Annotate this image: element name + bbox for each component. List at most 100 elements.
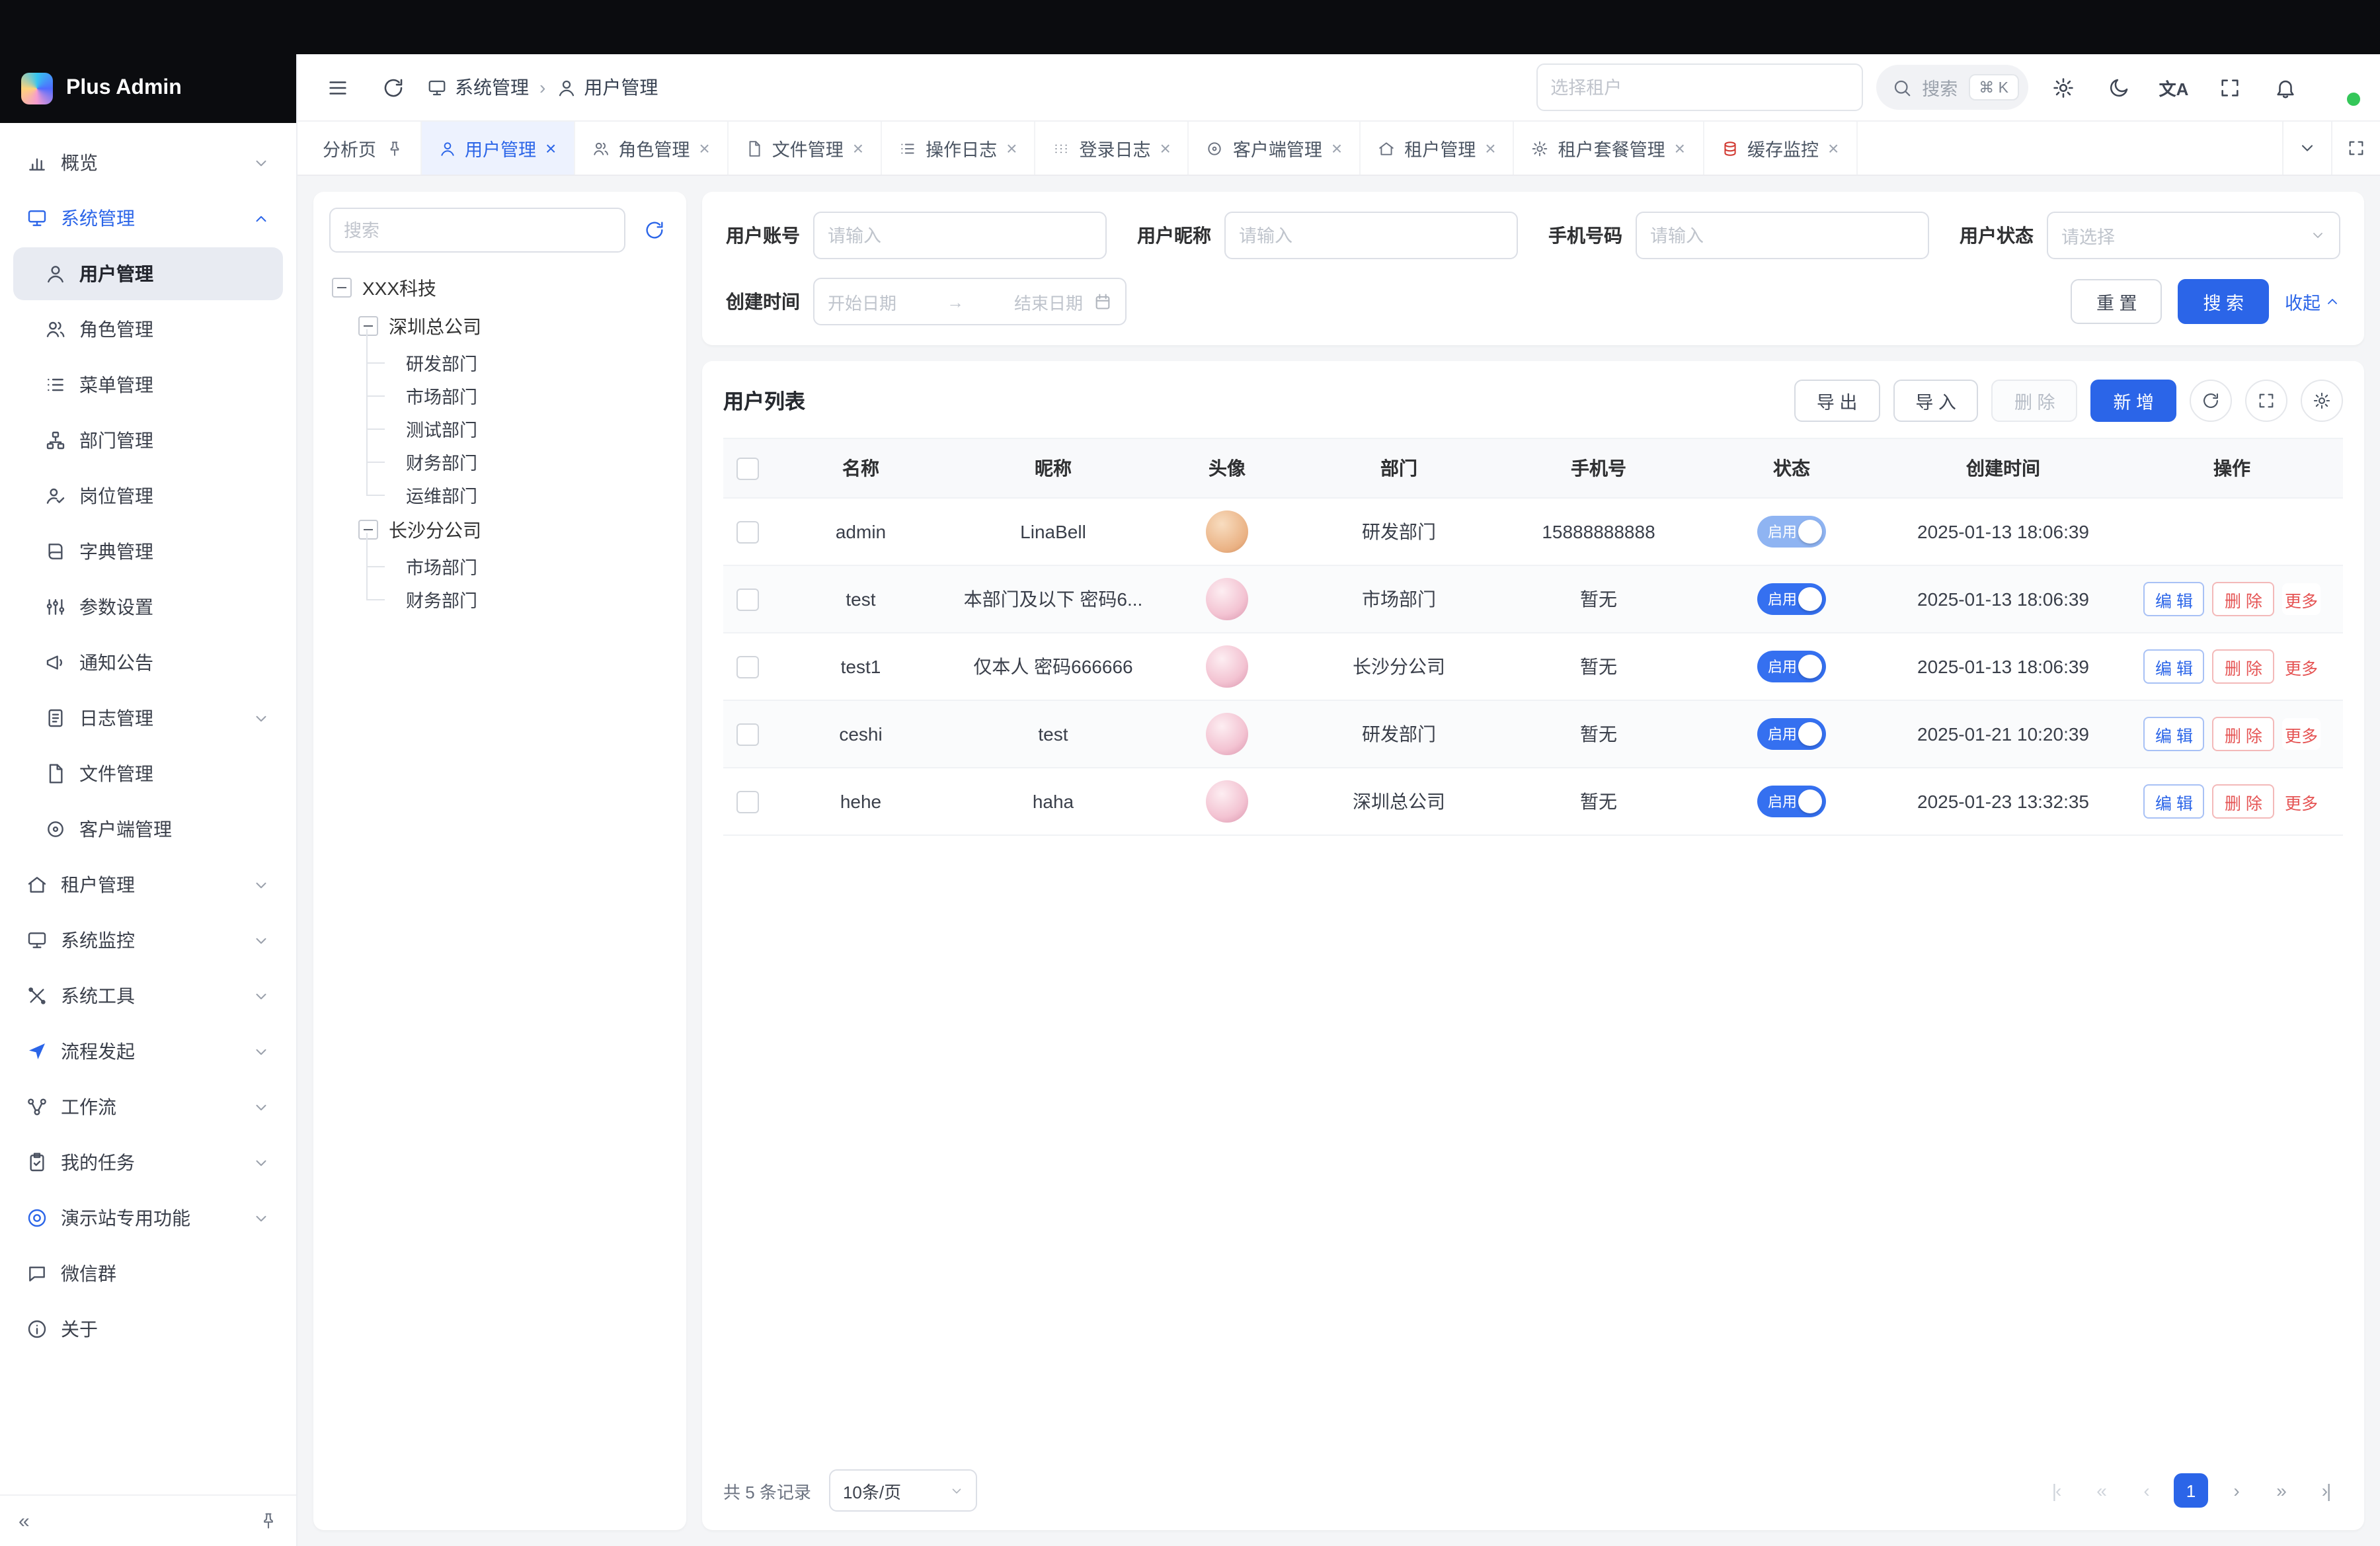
sidebar-item-process-start[interactable]: 流程发起	[13, 1025, 283, 1078]
import-button[interactable]: 导 入	[1893, 380, 1979, 422]
delete-row-button[interactable]: 删 除	[2213, 582, 2274, 616]
status-toggle[interactable]: 启用	[1757, 786, 1826, 817]
close-tab-icon[interactable]: ×	[1485, 139, 1495, 157]
sidebar-item-demo-features[interactable]: 演示站专用功能	[13, 1192, 283, 1244]
tab-login-log[interactable]: 登录日志 ×	[1036, 122, 1189, 175]
phone-input[interactable]	[1636, 212, 1929, 259]
select-all-checkbox[interactable]	[736, 458, 758, 480]
next-page-icon[interactable]: ›	[2219, 1473, 2253, 1508]
collapse-filters-link[interactable]: 收起	[2285, 288, 2340, 315]
nickname-input[interactable]	[1224, 212, 1518, 259]
edit-button[interactable]: 编 辑	[2143, 717, 2205, 751]
collapse-node-icon[interactable]	[358, 520, 378, 540]
sidebar-item-overview[interactable]: 概览	[13, 136, 283, 189]
sidebar-item-post-management[interactable]: 岗位管理	[13, 469, 283, 522]
sidebar-item-my-tasks[interactable]: 我的任务	[13, 1136, 283, 1189]
table-fullscreen-icon[interactable]	[2245, 380, 2287, 422]
sidebar-item-menu-management[interactable]: 菜单管理	[13, 358, 283, 411]
settings-gear-icon[interactable]	[2042, 66, 2084, 108]
sidebar-item-dict-management[interactable]: 字典管理	[13, 525, 283, 578]
more-button[interactable]: 更多	[2282, 786, 2320, 817]
sidebar-item-param-settings[interactable]: 参数设置	[13, 581, 283, 633]
tab-user-management[interactable]: 用户管理 ×	[421, 122, 575, 175]
row-checkbox[interactable]	[736, 723, 758, 746]
content-fullscreen-icon[interactable]	[2331, 122, 2380, 175]
delete-button[interactable]: 删 除	[1992, 380, 2078, 422]
sidebar-item-system-management[interactable]: 系统管理	[13, 192, 283, 245]
export-button[interactable]: 导 出	[1794, 380, 1880, 422]
user-avatar[interactable]	[2322, 67, 2361, 107]
reset-button[interactable]: 重 置	[2071, 279, 2162, 324]
pin-icon[interactable]	[385, 140, 403, 157]
close-tab-icon[interactable]: ×	[699, 139, 709, 157]
more-button[interactable]: 更多	[2282, 651, 2320, 682]
breadcrumb-user[interactable]: 用户管理	[556, 74, 658, 101]
more-button[interactable]: 更多	[2282, 583, 2320, 615]
tab-operation-log[interactable]: 操作日志 ×	[882, 122, 1035, 175]
first-page-icon[interactable]: |‹	[2039, 1473, 2073, 1508]
refresh-page-icon[interactable]	[372, 66, 414, 108]
table-refresh-icon[interactable]	[2190, 380, 2232, 422]
pin-icon[interactable]	[259, 1512, 278, 1530]
delete-row-button[interactable]: 删 除	[2213, 784, 2274, 819]
sidebar-item-wechat-group[interactable]: 微信群	[13, 1247, 283, 1300]
edit-button[interactable]: 编 辑	[2143, 784, 2205, 819]
delete-row-button[interactable]: 删 除	[2213, 649, 2274, 684]
sidebar-item-file-management[interactable]: 文件管理	[13, 747, 283, 800]
close-tab-icon[interactable]: ×	[1160, 139, 1171, 157]
sidebar-item-tenant-management[interactable]: 租户管理	[13, 858, 283, 911]
account-input[interactable]	[813, 212, 1107, 259]
search-button[interactable]: 搜 索	[2178, 279, 2269, 324]
row-checkbox[interactable]	[736, 589, 758, 611]
sidebar-item-workflow[interactable]: 工作流	[13, 1080, 283, 1133]
last-page-icon[interactable]: ›|	[2309, 1473, 2343, 1508]
status-toggle[interactable]: 启用	[1757, 718, 1826, 750]
tab-client-management[interactable]: 客户端管理 ×	[1189, 122, 1361, 175]
page-size-select[interactable]: 10条/页	[830, 1469, 978, 1512]
language-icon[interactable]: 文A	[2153, 66, 2195, 108]
sidebar-item-log-management[interactable]: 日志管理	[13, 692, 283, 745]
delete-row-button[interactable]: 删 除	[2213, 717, 2274, 751]
tab-role-management[interactable]: 角色管理 ×	[575, 122, 728, 175]
collapse-node-icon[interactable]	[332, 278, 352, 298]
dark-mode-moon-icon[interactable]	[2097, 66, 2139, 108]
forward-pages-icon[interactable]: »	[2264, 1473, 2298, 1508]
sidebar-item-dept-management[interactable]: 部门管理	[13, 414, 283, 467]
close-tab-icon[interactable]: ×	[1331, 139, 1342, 157]
add-button[interactable]: 新 增	[2090, 380, 2176, 422]
sidebar-item-system-tools[interactable]: 系统工具	[13, 969, 283, 1022]
tree-node-leaf[interactable]: 市场部门	[329, 549, 670, 582]
tree-node-leaf[interactable]: 运维部门	[329, 477, 670, 510]
status-toggle[interactable]: 启用	[1757, 583, 1826, 615]
back-pages-icon[interactable]: «	[2084, 1473, 2118, 1508]
page-number[interactable]: 1	[2174, 1473, 2208, 1508]
tab-analysis[interactable]: 分析页	[305, 122, 421, 175]
sidebar-item-client-management[interactable]: 客户端管理	[13, 803, 283, 856]
breadcrumb-system[interactable]: 系统管理	[427, 74, 529, 101]
close-tab-icon[interactable]: ×	[1675, 139, 1685, 157]
prev-page-icon[interactable]: ‹	[2129, 1473, 2163, 1508]
tree-search-input[interactable]	[329, 208, 625, 253]
tree-node-leaf[interactable]: 测试部门	[329, 411, 670, 444]
status-select[interactable]: 请选择	[2047, 212, 2340, 259]
row-checkbox[interactable]	[736, 791, 758, 813]
tree-node-branch[interactable]: 长沙分公司	[329, 510, 670, 549]
edit-button[interactable]: 编 辑	[2143, 582, 2205, 616]
tree-node-leaf[interactable]: 研发部门	[329, 345, 670, 378]
date-range-picker[interactable]: 开始日期 → 结束日期	[813, 278, 1127, 325]
sidebar-item-role-management[interactable]: 角色管理	[13, 303, 283, 356]
tab-tenant-package[interactable]: 租户套餐管理 ×	[1515, 122, 1704, 175]
tree-node-branch[interactable]: 深圳总公司	[329, 307, 670, 345]
table-settings-icon[interactable]	[2301, 380, 2343, 422]
status-toggle[interactable]: 启用	[1757, 651, 1826, 682]
sidebar-item-user-management[interactable]: 用户管理	[13, 247, 283, 300]
fullscreen-icon[interactable]	[2208, 66, 2250, 108]
status-toggle[interactable]: 启用	[1757, 516, 1826, 548]
row-checkbox[interactable]	[736, 656, 758, 678]
sidebar-item-about[interactable]: 关于	[13, 1303, 283, 1356]
tab-tenant-management[interactable]: 租户管理 ×	[1361, 122, 1514, 175]
collapse-sidebar-icon[interactable]: «	[19, 1510, 30, 1532]
tenant-select-input[interactable]	[1536, 63, 1862, 111]
hamburger-menu-icon[interactable]	[316, 66, 358, 108]
tree-node-leaf[interactable]: 财务部门	[329, 444, 670, 477]
